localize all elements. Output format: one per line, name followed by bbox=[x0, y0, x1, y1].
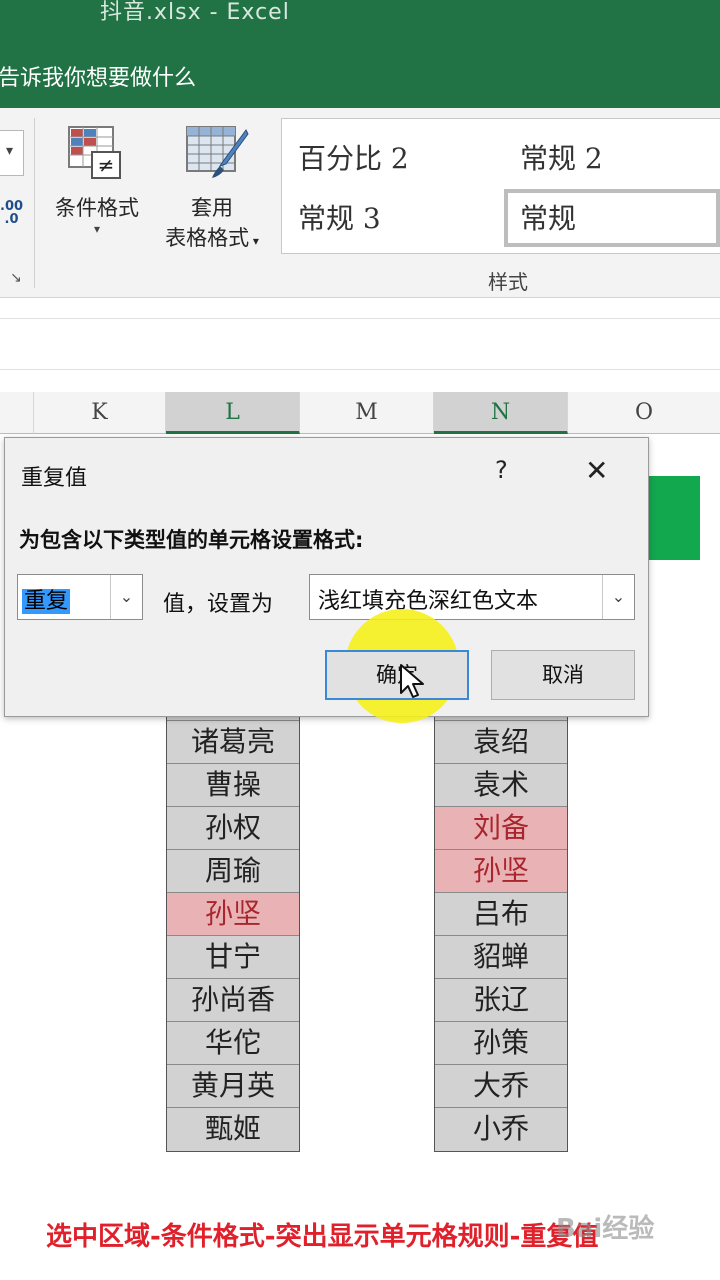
chevron-down-icon[interactable]: ⌄ bbox=[110, 575, 142, 619]
format-style-value: 浅红填充色深红色文本 bbox=[318, 589, 539, 614]
column-header-l[interactable]: L bbox=[166, 392, 300, 434]
value-type-select[interactable]: 重复 ⌄ bbox=[17, 574, 143, 620]
number-format-dropdown[interactable]: ▾ bbox=[0, 130, 24, 176]
style-normal[interactable]: 常规 bbox=[520, 197, 576, 237]
table-cell[interactable]: 袁绍 bbox=[435, 721, 567, 764]
dialog-description: 为包含以下类型值的单元格设置格式: bbox=[19, 528, 364, 552]
chevron-down-icon[interactable]: ⌄ bbox=[602, 575, 634, 619]
style-normal-2[interactable]: 常规 2 bbox=[520, 137, 603, 177]
table-cell[interactable]: 孙尚香 bbox=[167, 979, 299, 1022]
ribbon: ▾ .00 .0 ↘ ≠ 条件格式 ▾ 套用 表格格式 ▾ 百分比 2 常规 2… bbox=[0, 108, 720, 298]
table-cell[interactable]: 华佗 bbox=[167, 1022, 299, 1065]
table-cell[interactable]: 袁术 bbox=[435, 764, 567, 807]
chevron-down-icon: ▾ bbox=[93, 222, 101, 236]
name-column-n[interactable]: 许攸 袁绍 袁术 刘备 孙坚 吕布 貂蝉 张辽 孙策 大乔 小乔 bbox=[434, 698, 568, 1152]
style-percent-2[interactable]: 百分比 2 bbox=[298, 137, 409, 177]
table-cell[interactable]: 甄姬 bbox=[167, 1108, 299, 1151]
cancel-button[interactable]: 取消 bbox=[491, 650, 635, 700]
group-separator bbox=[34, 118, 35, 288]
title-bar: 抖音.xlsx - Excel 告诉我你想要做什么 bbox=[0, 0, 720, 108]
decimal-buttons[interactable]: .00 .0 bbox=[0, 200, 23, 226]
table-cell[interactable]: 诸葛亮 bbox=[167, 721, 299, 764]
duplicate-values-dialog: 重复值 ? ✕ 为包含以下类型值的单元格设置格式: 重复 ⌄ 值，设置为 浅红填… bbox=[4, 437, 649, 723]
green-cell-fill bbox=[644, 476, 700, 560]
format-table-label-2: 表格格式 ▾ bbox=[150, 222, 274, 252]
table-cell-duplicate[interactable]: 刘备 bbox=[435, 807, 567, 850]
help-icon[interactable]: ? bbox=[495, 456, 508, 484]
window-title: 抖音.xlsx - Excel bbox=[100, 0, 290, 25]
set-as-label: 值，设置为 bbox=[163, 592, 274, 617]
table-cell[interactable]: 黄月英 bbox=[167, 1065, 299, 1108]
dialog-title: 重复值 bbox=[21, 466, 88, 491]
table-cell[interactable]: 小乔 bbox=[435, 1108, 567, 1151]
value-type-selected: 重复 bbox=[22, 589, 71, 614]
format-table-icon bbox=[186, 126, 249, 178]
table-cell[interactable]: 甘宁 bbox=[167, 936, 299, 979]
format-table-label-2-text: 表格格式 bbox=[165, 226, 250, 250]
ok-button[interactable]: 确定 bbox=[325, 650, 469, 700]
format-table-label-1: 套用 bbox=[191, 196, 233, 220]
dialog-launcher-icon[interactable]: ↘ bbox=[10, 270, 22, 286]
column-header-o[interactable]: O bbox=[568, 392, 720, 434]
column-header-m[interactable]: M bbox=[300, 392, 434, 434]
table-cell[interactable]: 周瑜 bbox=[167, 850, 299, 893]
styles-group-label: 样式 bbox=[488, 270, 528, 294]
conditional-format-label-wrap: 条件格式 ▾ bbox=[44, 192, 150, 236]
table-cell[interactable]: 曹操 bbox=[167, 764, 299, 807]
table-cell[interactable]: 貂蝉 bbox=[435, 936, 567, 979]
tell-me-search[interactable]: 告诉我你想要做什么 bbox=[0, 60, 196, 92]
cell-styles-gallery: 百分比 2 常规 2 常规 3 常规 bbox=[281, 118, 720, 254]
conditional-format-label: 条件格式 bbox=[55, 196, 139, 220]
formula-bar[interactable] bbox=[0, 318, 720, 370]
watermark: Bai经验 bbox=[556, 1214, 655, 1244]
name-column-l[interactable]: 张飞 诸葛亮 曹操 孙权 周瑜 孙坚 甘宁 孙尚香 华佗 黄月英 甄姬 bbox=[166, 698, 300, 1152]
table-cell[interactable]: 大乔 bbox=[435, 1065, 567, 1108]
tutorial-caption: 选中区域-条件格式-突出显示单元格规则-重复值 bbox=[46, 1222, 599, 1252]
table-cell[interactable]: 孙策 bbox=[435, 1022, 567, 1065]
format-table-label-wrap: 套用 表格格式 ▾ bbox=[150, 192, 274, 252]
mouse-cursor-icon bbox=[400, 664, 424, 698]
format-style-select[interactable]: 浅红填充色深红色文本 ⌄ bbox=[309, 574, 635, 620]
style-normal-3[interactable]: 常规 3 bbox=[298, 197, 381, 237]
table-cell[interactable]: 孙权 bbox=[167, 807, 299, 850]
table-cell-duplicate[interactable]: 孙坚 bbox=[167, 893, 299, 936]
decrease-decimal-label: .0 bbox=[0, 212, 19, 227]
column-header-blank bbox=[0, 392, 34, 434]
column-header-n[interactable]: N bbox=[434, 392, 568, 434]
chevron-down-icon: ▾ bbox=[6, 143, 14, 159]
close-icon[interactable]: ✕ bbox=[585, 454, 608, 487]
chevron-down-icon: ▾ bbox=[249, 234, 259, 248]
table-cell-duplicate[interactable]: 孙坚 bbox=[435, 850, 567, 893]
table-cell[interactable]: 吕布 bbox=[435, 893, 567, 936]
column-header-k[interactable]: K bbox=[34, 392, 166, 434]
table-cell[interactable]: 张辽 bbox=[435, 979, 567, 1022]
svg-text:≠: ≠ bbox=[98, 153, 115, 177]
conditional-format-icon: ≠ bbox=[68, 126, 121, 179]
